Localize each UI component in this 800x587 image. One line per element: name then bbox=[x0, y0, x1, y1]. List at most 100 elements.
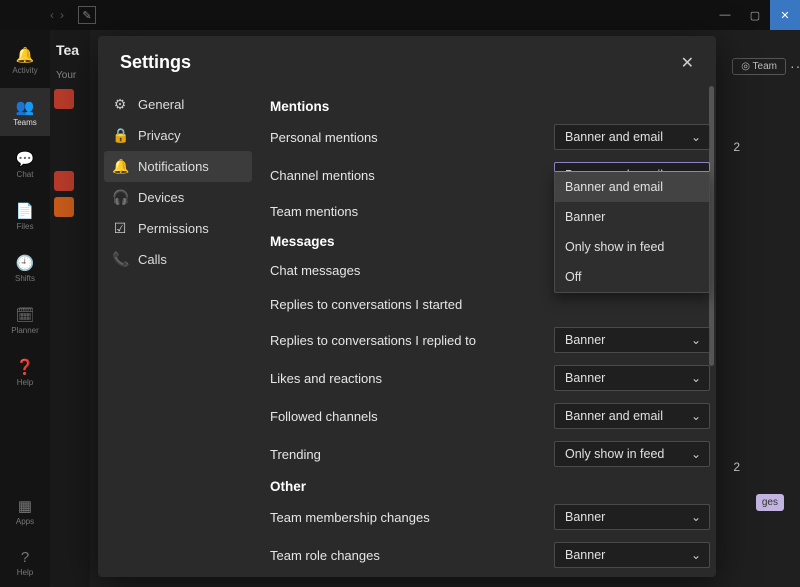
select-trending[interactable]: Only show in feed ⌄ bbox=[554, 441, 710, 467]
rail-item-files[interactable]: 📄 Files bbox=[0, 192, 50, 240]
rail-label: Files bbox=[17, 222, 34, 231]
select-followed-channels[interactable]: Banner and email ⌄ bbox=[554, 403, 710, 429]
badge-count: 2 bbox=[733, 460, 740, 474]
select-value: Banner and email bbox=[565, 130, 663, 144]
rail-label: Planner bbox=[11, 326, 39, 335]
more-icon[interactable]: ··· bbox=[790, 58, 800, 74]
row-membership: Team membership changes bbox=[270, 510, 554, 525]
lock-icon: 🔒 bbox=[112, 127, 128, 144]
files-icon: 📄 bbox=[16, 202, 35, 220]
select-value: Only show in feed bbox=[565, 447, 664, 461]
team-tag[interactable]: ◎ Team bbox=[732, 58, 786, 75]
nav-arrows: ‹ › bbox=[50, 0, 64, 30]
settings-nav: ⚙ General 🔒 Privacy 🔔 Notifications 🎧 De… bbox=[98, 83, 258, 577]
maximize-button[interactable]: ▢ bbox=[740, 0, 770, 30]
row-replies-replied: Replies to conversations I replied to bbox=[270, 333, 554, 348]
minimize-button[interactable]: — bbox=[710, 0, 740, 30]
close-icon[interactable]: ✕ bbox=[681, 53, 694, 73]
forward-arrow-icon[interactable]: › bbox=[60, 8, 64, 22]
row-personal-mentions: Personal mentions bbox=[270, 130, 554, 145]
planner-icon: 🗓 bbox=[15, 306, 34, 324]
select-value: Banner bbox=[565, 333, 605, 347]
nav-devices[interactable]: 🎧 Devices bbox=[98, 182, 258, 213]
team-tile[interactable] bbox=[54, 171, 74, 191]
bell-icon: 🔔 bbox=[112, 158, 128, 175]
nav-privacy[interactable]: 🔒 Privacy bbox=[98, 120, 258, 151]
rail-label: Chat bbox=[17, 170, 34, 179]
compose-icon[interactable]: ✎ bbox=[78, 6, 96, 24]
bg-pill[interactable]: ges bbox=[756, 494, 784, 511]
nav-general[interactable]: ⚙ General bbox=[98, 89, 258, 120]
headset-icon: 🎧 bbox=[112, 189, 128, 206]
activity-icon: 🔔 bbox=[16, 46, 35, 64]
select-personal-mentions[interactable]: Banner and email ⌄ bbox=[554, 124, 710, 150]
nav-calls[interactable]: 📞 Calls bbox=[98, 244, 258, 275]
nav-label: Devices bbox=[138, 190, 184, 205]
chevron-down-icon: ⌄ bbox=[691, 130, 701, 144]
nav-permissions[interactable]: ☑ Permissions bbox=[98, 213, 258, 244]
rail-label: Apps bbox=[16, 517, 34, 526]
back-arrow-icon[interactable]: ‹ bbox=[50, 8, 54, 22]
rail-item-chat[interactable]: 💬 Chat bbox=[0, 140, 50, 188]
window-close-button[interactable]: ✕ bbox=[770, 0, 800, 30]
row-followed-channels: Followed channels bbox=[270, 409, 554, 424]
team-tile[interactable] bbox=[54, 89, 74, 109]
rail-item-help2[interactable]: ? Help bbox=[0, 539, 50, 587]
row-trending: Trending bbox=[270, 447, 554, 462]
rail-item-shifts[interactable]: 🕘 Shifts bbox=[0, 244, 50, 292]
permissions-icon: ☑ bbox=[112, 220, 128, 237]
chevron-down-icon: ⌄ bbox=[691, 510, 701, 524]
rail-item-apps[interactable]: ▦ Apps bbox=[0, 487, 50, 535]
title-bar: ‹ › ✎ — ▢ ✕ bbox=[0, 0, 800, 30]
select-replies-replied[interactable]: Banner ⌄ bbox=[554, 327, 710, 353]
nav-label: Calls bbox=[138, 252, 167, 267]
rail-item-planner[interactable]: 🗓 Planner bbox=[0, 296, 50, 344]
teams-heading: Tea bbox=[54, 38, 86, 62]
chevron-down-icon: ⌄ bbox=[691, 548, 701, 562]
select-value: Banner bbox=[565, 371, 605, 385]
help-icon: ❓ bbox=[16, 358, 35, 376]
section-mentions: Mentions bbox=[270, 99, 710, 114]
nav-label: Permissions bbox=[138, 221, 209, 236]
select-membership[interactable]: Banner ⌄ bbox=[554, 504, 710, 530]
team-list-partial: Tea Your bbox=[50, 30, 90, 587]
nav-label: Notifications bbox=[138, 159, 209, 174]
row-channel-mentions: Channel mentions bbox=[270, 168, 554, 183]
nav-notifications[interactable]: 🔔 Notifications bbox=[104, 151, 252, 182]
rail-label: Help bbox=[17, 568, 33, 577]
nav-label: General bbox=[138, 97, 184, 112]
section-other: Other bbox=[270, 479, 710, 494]
rail-item-help[interactable]: ❓ Help bbox=[0, 348, 50, 396]
select-value: Banner bbox=[565, 510, 605, 524]
dropdown-option[interactable]: Only show in feed bbox=[555, 232, 709, 262]
rail-label: Shifts bbox=[15, 274, 35, 283]
settings-content: Mentions Personal mentions Banner and em… bbox=[258, 83, 716, 577]
chevron-down-icon: ⌄ bbox=[691, 371, 701, 385]
teams-icon: 👥 bbox=[16, 98, 35, 116]
team-tile[interactable] bbox=[54, 197, 74, 217]
shifts-icon: 🕘 bbox=[16, 254, 35, 272]
dropdown-option[interactable]: Banner bbox=[555, 202, 709, 232]
badge-count: 2 bbox=[733, 140, 740, 154]
row-role-changes: Team role changes bbox=[270, 548, 554, 563]
phone-icon: 📞 bbox=[112, 251, 128, 268]
dropdown-option[interactable]: Banner and email bbox=[555, 172, 709, 202]
settings-modal: Settings ✕ ⚙ General 🔒 Privacy 🔔 Notific… bbox=[98, 36, 716, 577]
select-value: Banner bbox=[565, 548, 605, 562]
teams-sub: Your bbox=[54, 68, 86, 83]
select-role-changes[interactable]: Banner ⌄ bbox=[554, 542, 710, 568]
dropdown-option[interactable]: Off bbox=[555, 262, 709, 292]
rail-label: Help bbox=[17, 378, 33, 387]
chevron-down-icon: ⌄ bbox=[691, 409, 701, 423]
row-replies-started: Replies to conversations I started bbox=[270, 297, 710, 312]
select-likes[interactable]: Banner ⌄ bbox=[554, 365, 710, 391]
gear-icon: ⚙ bbox=[112, 96, 128, 113]
row-likes: Likes and reactions bbox=[270, 371, 554, 386]
rail-item-teams[interactable]: 👥 Teams bbox=[0, 88, 50, 136]
help2-icon: ? bbox=[21, 549, 29, 566]
chat-icon: 💬 bbox=[16, 150, 35, 168]
rail-label: Activity bbox=[12, 66, 37, 75]
rail-item-activity[interactable]: 🔔 Activity bbox=[0, 36, 50, 84]
nav-label: Privacy bbox=[138, 128, 181, 143]
rail-label: Teams bbox=[13, 118, 37, 127]
